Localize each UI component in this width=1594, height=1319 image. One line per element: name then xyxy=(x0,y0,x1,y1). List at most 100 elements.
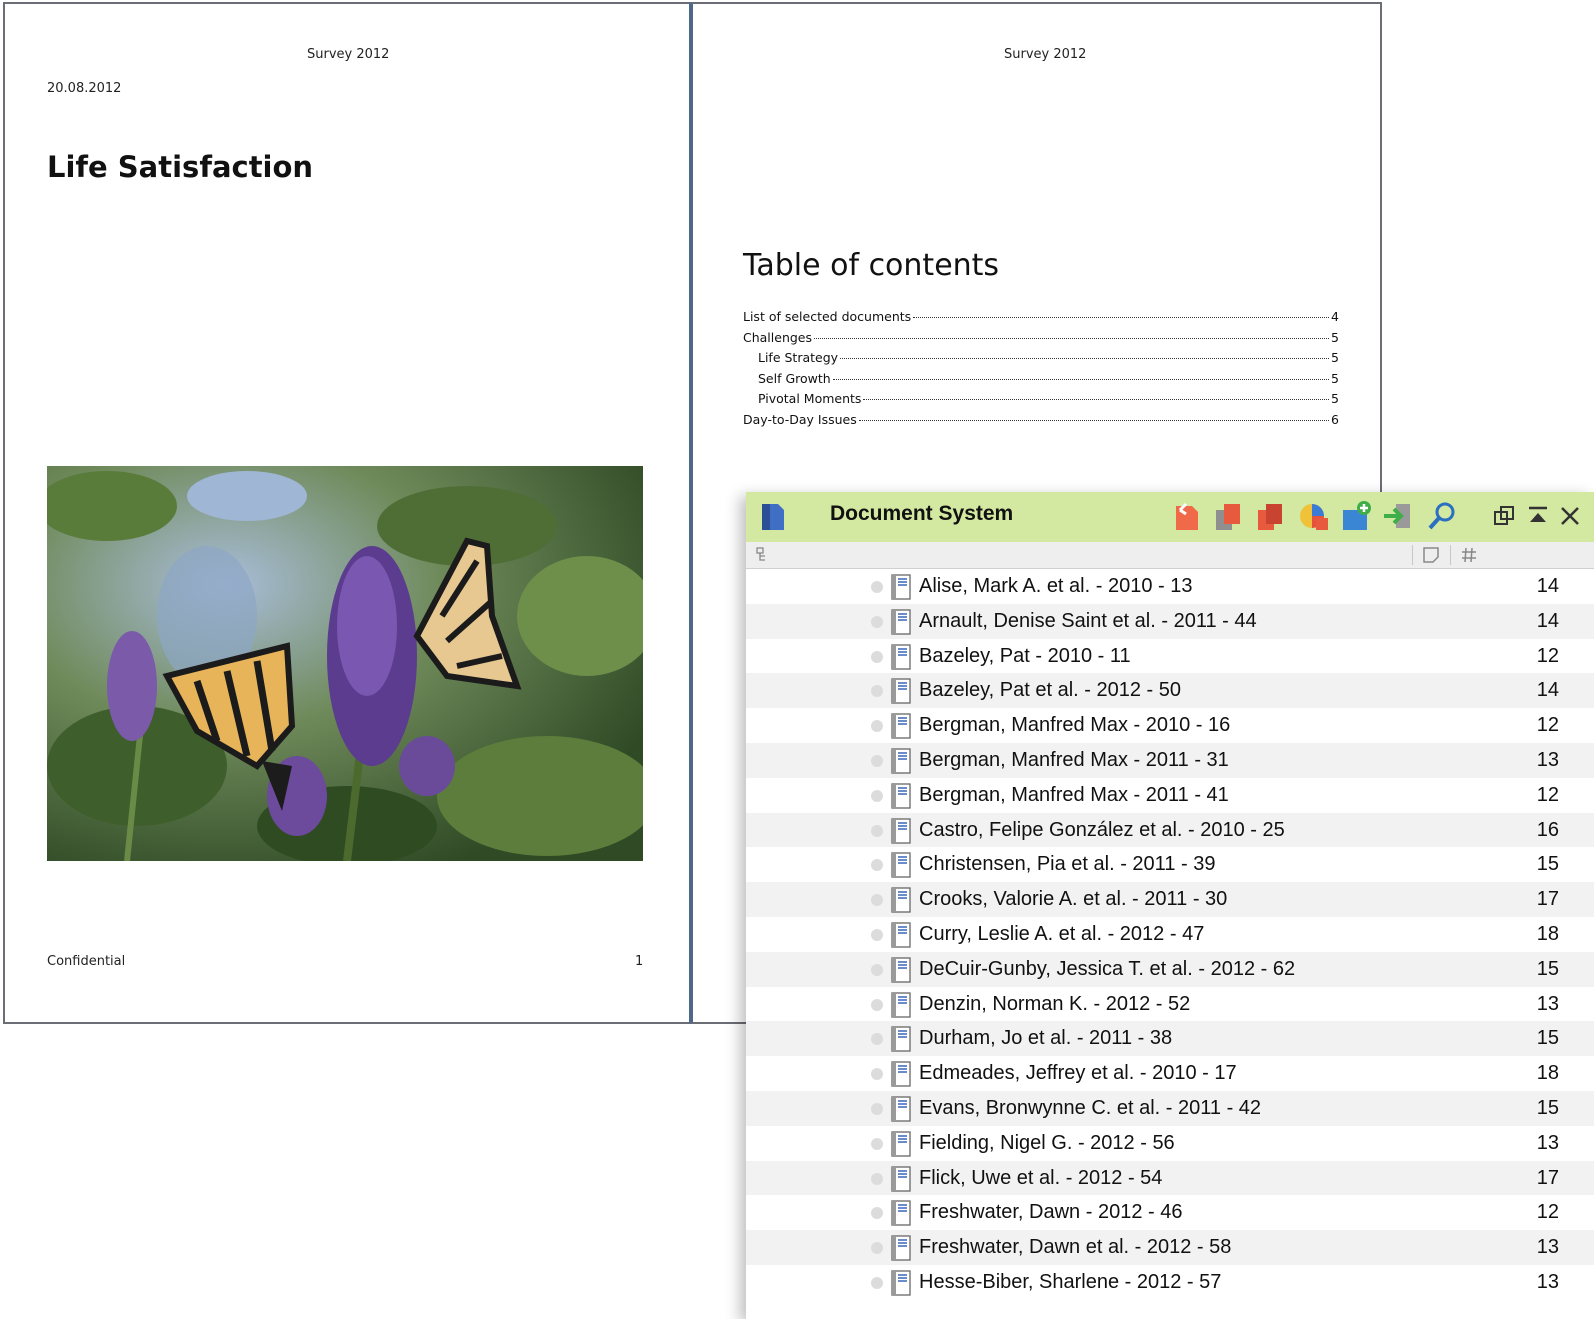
document-row[interactable]: Fielding, Nigel G. - 2012 - 56 13 xyxy=(746,1126,1594,1161)
document-icon xyxy=(891,643,911,670)
document-row[interactable]: Castro, Felipe González et al. - 2010 - … xyxy=(746,812,1594,848)
status-dot-icon[interactable] xyxy=(871,1172,883,1185)
coded-segment-count: 13 xyxy=(1536,1131,1559,1154)
toc-entry-page: 4 xyxy=(1331,309,1339,324)
toc-entry-page: 5 xyxy=(1331,329,1339,345)
status-dot-icon[interactable] xyxy=(871,859,883,872)
document-row[interactable]: Bergman, Manfred Max - 2011 - 41 12 xyxy=(746,778,1594,813)
document-name: Hesse-Biber, Sharlene - 2012 - 57 xyxy=(919,1270,1222,1293)
document-row[interactable]: Christensen, Pia et al. - 2011 - 39 15 xyxy=(746,847,1594,882)
status-dot-icon[interactable] xyxy=(871,963,883,976)
toc-entry[interactable]: Day-to-Day Issues 6 xyxy=(743,412,1339,433)
document-icon xyxy=(891,1026,911,1053)
status-dot-icon[interactable] xyxy=(871,1207,883,1220)
document-icon xyxy=(891,852,911,879)
document-row[interactable]: Evans, Bronwynne C. et al. - 2011 - 42 15 xyxy=(746,1090,1594,1126)
search-icon[interactable] xyxy=(1426,500,1458,532)
status-dot-icon[interactable] xyxy=(871,1137,883,1150)
document-row[interactable]: Bergman, Manfred Max - 2011 - 31 13 xyxy=(746,742,1594,778)
document-system-titlebar: Document System xyxy=(746,492,1594,542)
status-dot-icon[interactable] xyxy=(871,754,883,767)
document-name: Denzin, Norman K. - 2012 - 52 xyxy=(919,992,1191,1015)
status-dot-icon[interactable] xyxy=(871,650,883,663)
toc-entry[interactable]: List of selected documents 4 xyxy=(743,309,1339,330)
duplicate-icon[interactable] xyxy=(1254,500,1286,532)
document-icon xyxy=(891,783,911,809)
toc-entry-page: 6 xyxy=(1331,411,1339,427)
document-name: Bergman, Manfred Max - 2011 - 31 xyxy=(919,748,1229,771)
document-icon xyxy=(891,1200,911,1226)
tree-view-icon[interactable] xyxy=(756,547,772,563)
document-name: Curry, Leslie A. et al. - 2012 - 47 xyxy=(919,922,1205,945)
coded-segment-count: 15 xyxy=(1536,957,1559,980)
status-dot-icon[interactable] xyxy=(871,1033,883,1046)
collapse-icon[interactable] xyxy=(1526,504,1550,528)
close-icon[interactable] xyxy=(1558,504,1582,528)
document-row[interactable]: Crooks, Valorie A. et al. - 2011 - 30 17 xyxy=(746,882,1594,917)
coded-segment-count: 13 xyxy=(1536,1270,1559,1293)
status-dot-icon[interactable] xyxy=(871,685,883,698)
coded-segment-count: 12 xyxy=(1536,1201,1559,1224)
document-row[interactable]: Alise, Mark A. et al. - 2010 - 13 14 xyxy=(746,569,1594,604)
status-dot-icon[interactable] xyxy=(871,894,883,907)
document-icon xyxy=(891,991,911,1018)
document-list: Alise, Mark A. et al. - 2010 - 13 14 Arna… xyxy=(746,569,1594,1300)
coded-segment-count: 13 xyxy=(1536,992,1559,1015)
toc-entry-label: Pivotal Moments xyxy=(758,391,862,406)
document-row[interactable]: Durham, Jo et al. - 2011 - 38 15 xyxy=(746,1021,1594,1057)
coded-segment-count: 18 xyxy=(1536,1062,1559,1085)
document-row[interactable]: Bergman, Manfred Max - 2010 - 16 12 xyxy=(746,708,1594,743)
coded-segment-count: 12 xyxy=(1536,644,1559,667)
document-row[interactable]: DeCuir-Gunby, Jessica T. et al. - 2012 -… xyxy=(746,951,1594,987)
status-dot-icon[interactable] xyxy=(871,1276,883,1289)
document-name: Fielding, Nigel G. - 2012 - 56 xyxy=(919,1131,1175,1154)
toc-entry[interactable]: Self Growth 5 xyxy=(743,371,1339,392)
status-dot-icon[interactable] xyxy=(871,928,883,941)
document-row[interactable]: Curry, Leslie A. et al. - 2012 - 47 18 xyxy=(746,917,1594,952)
status-dot-icon[interactable] xyxy=(871,1242,883,1255)
document-icon xyxy=(891,678,911,705)
toc-entry-label: Self Growth xyxy=(758,370,831,386)
undock-icon[interactable] xyxy=(1492,504,1516,528)
document-icon xyxy=(891,748,911,774)
document-row[interactable]: Denzin, Norman K. - 2012 - 52 13 xyxy=(746,987,1594,1022)
status-dot-icon[interactable] xyxy=(871,1102,883,1115)
document-name: Alise, Mark A. et al. - 2010 - 13 xyxy=(919,575,1193,597)
document-row[interactable]: Flick, Uwe et al. - 2012 - 54 17 xyxy=(746,1160,1594,1196)
coded-segment-count: 15 xyxy=(1536,1027,1559,1050)
status-dot-icon[interactable] xyxy=(871,1068,883,1081)
copy-icon[interactable] xyxy=(1212,500,1244,532)
table-of-contents: List of selected documents 4 Challenges 5 … xyxy=(743,309,1339,432)
status-dot-icon[interactable] xyxy=(871,581,883,593)
count-column-icon[interactable] xyxy=(1460,546,1478,564)
new-set-icon[interactable] xyxy=(1340,500,1372,532)
status-dot-icon[interactable] xyxy=(871,824,883,837)
document-name: Arnault, Denise Saint et al. - 2011 - 44 xyxy=(919,609,1257,632)
document-row[interactable]: Freshwater, Dawn et al. - 2012 - 58 13 xyxy=(746,1230,1594,1265)
status-dot-icon[interactable] xyxy=(871,789,883,802)
status-dot-icon[interactable] xyxy=(871,615,883,628)
status-dot-icon[interactable] xyxy=(871,720,883,733)
toc-entry-label: List of selected documents xyxy=(743,309,912,324)
document-row[interactable]: Bazeley, Pat et al. - 2012 - 50 14 xyxy=(746,673,1594,709)
document-row[interactable]: Edmeades, Jeffrey et al. - 2010 - 17 18 xyxy=(746,1056,1594,1091)
toc-entry[interactable]: Pivotal Moments 5 xyxy=(743,391,1339,412)
document-icon xyxy=(891,817,911,844)
document-name: Christensen, Pia et al. - 2011 - 39 xyxy=(919,853,1216,876)
import-icon[interactable] xyxy=(1382,500,1414,532)
document-icon xyxy=(891,1235,911,1261)
status-dot-icon[interactable] xyxy=(871,998,883,1011)
toc-entry[interactable]: Challenges 5 xyxy=(743,330,1339,351)
undo-icon[interactable] xyxy=(1170,500,1202,532)
document-row[interactable]: Arnault, Denise Saint et al. - 2011 - 44… xyxy=(746,603,1594,639)
memo-column-icon[interactable] xyxy=(1422,546,1440,564)
panel-title: Document System xyxy=(830,502,1014,525)
chart-icon[interactable] xyxy=(1298,500,1330,532)
toc-entry[interactable]: Life Strategy 5 xyxy=(743,350,1339,371)
document-row[interactable]: Bazeley, Pat - 2010 - 11 12 xyxy=(746,639,1594,674)
document-icon xyxy=(891,574,911,600)
page-header: Survey 2012 xyxy=(307,47,390,62)
document-icon xyxy=(891,887,911,913)
document-row[interactable]: Hesse-Biber, Sharlene - 2012 - 57 13 xyxy=(746,1265,1594,1300)
document-row[interactable]: Freshwater, Dawn - 2012 - 46 12 xyxy=(746,1195,1594,1230)
